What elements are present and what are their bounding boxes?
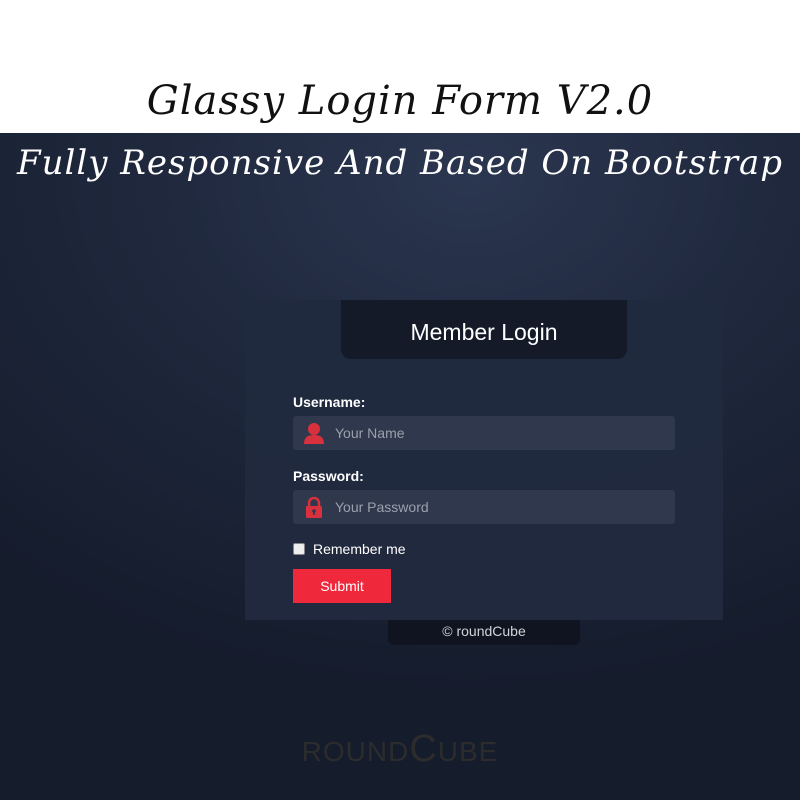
user-icon xyxy=(302,421,326,445)
remember-me-label: Remember me xyxy=(313,541,406,557)
copyright-text: © roundCube xyxy=(388,620,580,645)
lock-icon xyxy=(302,495,326,519)
brand-logo-part: UBE xyxy=(437,736,499,767)
brand-logo-part: ROUND xyxy=(301,736,410,767)
brand-logo: ROUNDCUBE xyxy=(0,728,800,771)
page-title: Glassy Login Form V2.0 xyxy=(146,78,654,124)
submit-button[interactable]: Submit xyxy=(293,569,391,603)
password-field-wrapper xyxy=(293,490,675,524)
login-form-title: Member Login xyxy=(341,300,627,359)
password-label: Password: xyxy=(293,468,364,484)
username-field-wrapper xyxy=(293,416,675,450)
username-input[interactable] xyxy=(335,416,665,450)
password-input[interactable] xyxy=(335,490,665,524)
remember-me-checkbox[interactable] xyxy=(293,543,305,555)
username-label: Username: xyxy=(293,394,366,410)
brand-logo-initial: C xyxy=(409,728,438,770)
page-subtitle: Fully Responsive And Based On Bootstrap xyxy=(17,143,783,183)
remember-me[interactable]: Remember me xyxy=(293,541,406,557)
